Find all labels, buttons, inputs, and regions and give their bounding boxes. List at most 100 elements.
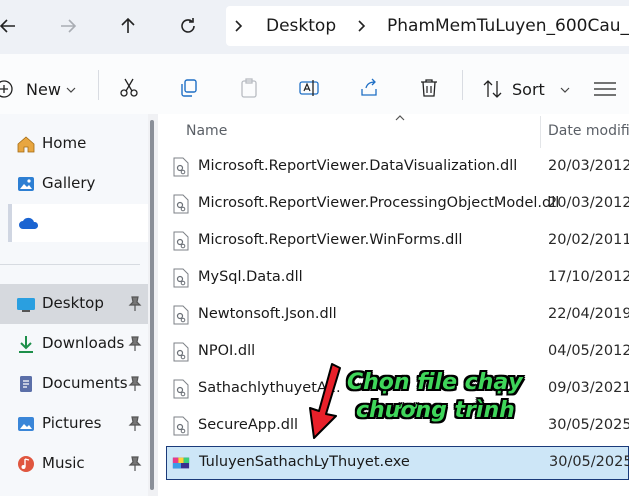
file-row[interactable]: Microsoft.ReportViewer.ProcessingObjectM… — [166, 187, 629, 221]
sort-ascending-icon — [395, 115, 405, 121]
chevron-down-icon — [66, 87, 76, 93]
file-date: 09/03/2021 — [548, 380, 629, 396]
arrow-left-icon — [0, 19, 15, 33]
dll-file-icon — [173, 416, 189, 436]
plus-circle-icon — [0, 80, 13, 98]
exe-app-icon — [172, 457, 190, 469]
chevron-down-icon — [560, 87, 570, 93]
copy-button[interactable] — [178, 77, 200, 103]
file-name: Microsoft.ReportViewer.DataVisualization… — [198, 158, 518, 174]
file-date: 17/10/2012 — [548, 269, 629, 285]
view-list-icon — [594, 82, 616, 96]
share-icon — [361, 78, 377, 96]
file-row-selected[interactable]: TuluyenSathachLyThuyet.exe 30/05/2025 — [166, 446, 629, 480]
breadcrumb-desktop[interactable]: Desktop — [266, 16, 336, 36]
scissors-icon — [120, 78, 138, 97]
arrow-up-icon — [121, 17, 135, 33]
file-row[interactable]: Microsoft.ReportViewer.WinForms.dll 20/0… — [166, 224, 629, 258]
refresh-button[interactable] — [170, 8, 206, 44]
forward-button[interactable] — [50, 8, 86, 44]
rename-button[interactable] — [298, 77, 320, 103]
sidebar-item-pictures[interactable]: Pictures — [0, 404, 148, 444]
file-row[interactable]: Newtonsoft.Json.dll 22/04/2019 — [166, 298, 629, 332]
file-date: 22/04/2019 — [548, 306, 629, 322]
pin-icon — [128, 336, 142, 351]
sidebar-scrollbar-thumb[interactable] — [150, 120, 154, 490]
file-row[interactable]: MySql.Data.dll 17/10/2012 — [166, 261, 629, 295]
file-date: 20/03/2012 — [548, 158, 629, 174]
toolbar-divider — [98, 70, 99, 100]
refresh-icon — [181, 18, 195, 33]
file-date: 20/02/2011 — [548, 232, 629, 248]
download-icon — [19, 336, 33, 353]
sidebar-item-onedrive[interactable] — [8, 204, 152, 242]
chevron-right-icon — [235, 20, 243, 32]
trash-icon — [421, 79, 437, 97]
dll-file-icon — [173, 194, 189, 214]
back-button[interactable] — [0, 8, 26, 44]
file-date: 30/05/2025 — [549, 454, 629, 470]
delete-button[interactable] — [418, 77, 440, 103]
file-name: Microsoft.ReportViewer.ProcessingObjectM… — [198, 195, 560, 211]
toolbar-divider — [462, 70, 463, 100]
sidebar-item-label: Downloads — [42, 334, 125, 352]
pin-icon — [128, 296, 142, 311]
sidebar-item-label: Desktop — [42, 294, 104, 312]
file-row[interactable]: Microsoft.ReportViewer.DataVisualization… — [166, 150, 629, 184]
sidebar-item-desktop[interactable]: Desktop — [0, 284, 148, 324]
sidebar-item-music[interactable]: Music — [0, 444, 148, 484]
share-button[interactable] — [358, 77, 380, 103]
sidebar-item-documents[interactable]: Documents — [0, 364, 148, 404]
pin-icon — [128, 456, 142, 471]
chevron-right-icon — [358, 20, 366, 32]
dll-file-icon — [173, 231, 189, 251]
column-divider[interactable] — [540, 116, 541, 148]
sidebar-item-label: Pictures — [42, 414, 102, 432]
sidebar-item-label: Music — [42, 454, 85, 472]
file-name: MySql.Data.dll — [198, 269, 303, 285]
file-name: Microsoft.ReportViewer.WinForms.dll — [198, 232, 463, 248]
cut-button[interactable] — [118, 77, 140, 103]
copy-icon — [181, 79, 197, 97]
paste-button[interactable] — [238, 77, 260, 103]
file-name: NPOI.dll — [198, 343, 256, 359]
pin-icon — [128, 376, 142, 391]
sort-icon — [483, 80, 502, 98]
file-date: 20/03/2012 — [548, 195, 629, 211]
sidebar-divider — [0, 264, 140, 265]
sidebar-item-label: Documents — [42, 374, 128, 392]
documents-icon — [20, 376, 32, 392]
view-button[interactable] — [594, 80, 629, 102]
desktop-icon — [17, 298, 35, 312]
gallery-icon — [18, 177, 34, 191]
music-icon — [18, 456, 34, 472]
dll-file-icon — [173, 268, 189, 288]
paste-icon — [241, 78, 257, 98]
dll-file-icon — [173, 379, 189, 399]
onedrive-icon — [19, 217, 39, 229]
annotation-line-2: chương trình — [356, 398, 515, 423]
sidebar-item-home[interactable]: Home — [0, 124, 148, 164]
up-button[interactable] — [110, 8, 146, 44]
dll-file-icon — [173, 157, 189, 177]
sidebar-item-label: Home — [42, 134, 87, 152]
sidebar-item-label: Gallery — [42, 174, 96, 192]
file-name: Newtonsoft.Json.dll — [198, 306, 337, 322]
file-date: 30/05/2025 — [548, 417, 629, 433]
dll-file-icon — [173, 342, 189, 362]
new-label: New — [26, 80, 61, 99]
breadcrumb-folder[interactable]: PhamMemTuLuyen_600Cau_ — [387, 16, 629, 36]
red-arrow-icon — [309, 363, 341, 439]
dll-file-icon — [173, 305, 189, 325]
sidebar-item-gallery[interactable]: Gallery — [0, 164, 148, 204]
file-date: 04/05/2012 — [548, 343, 629, 359]
sort-label: Sort — [512, 80, 545, 99]
file-row[interactable]: NPOI.dll 04/05/2012 — [166, 335, 629, 369]
sidebar-item-downloads[interactable]: Downloads — [0, 324, 148, 364]
file-name: SecureApp.dll — [198, 417, 299, 433]
rename-icon — [299, 80, 319, 96]
pictures-icon — [18, 417, 34, 431]
home-icon — [17, 136, 35, 153]
file-name: TuluyenSathachLyThuyet.exe — [199, 454, 410, 470]
pin-icon — [128, 416, 142, 431]
